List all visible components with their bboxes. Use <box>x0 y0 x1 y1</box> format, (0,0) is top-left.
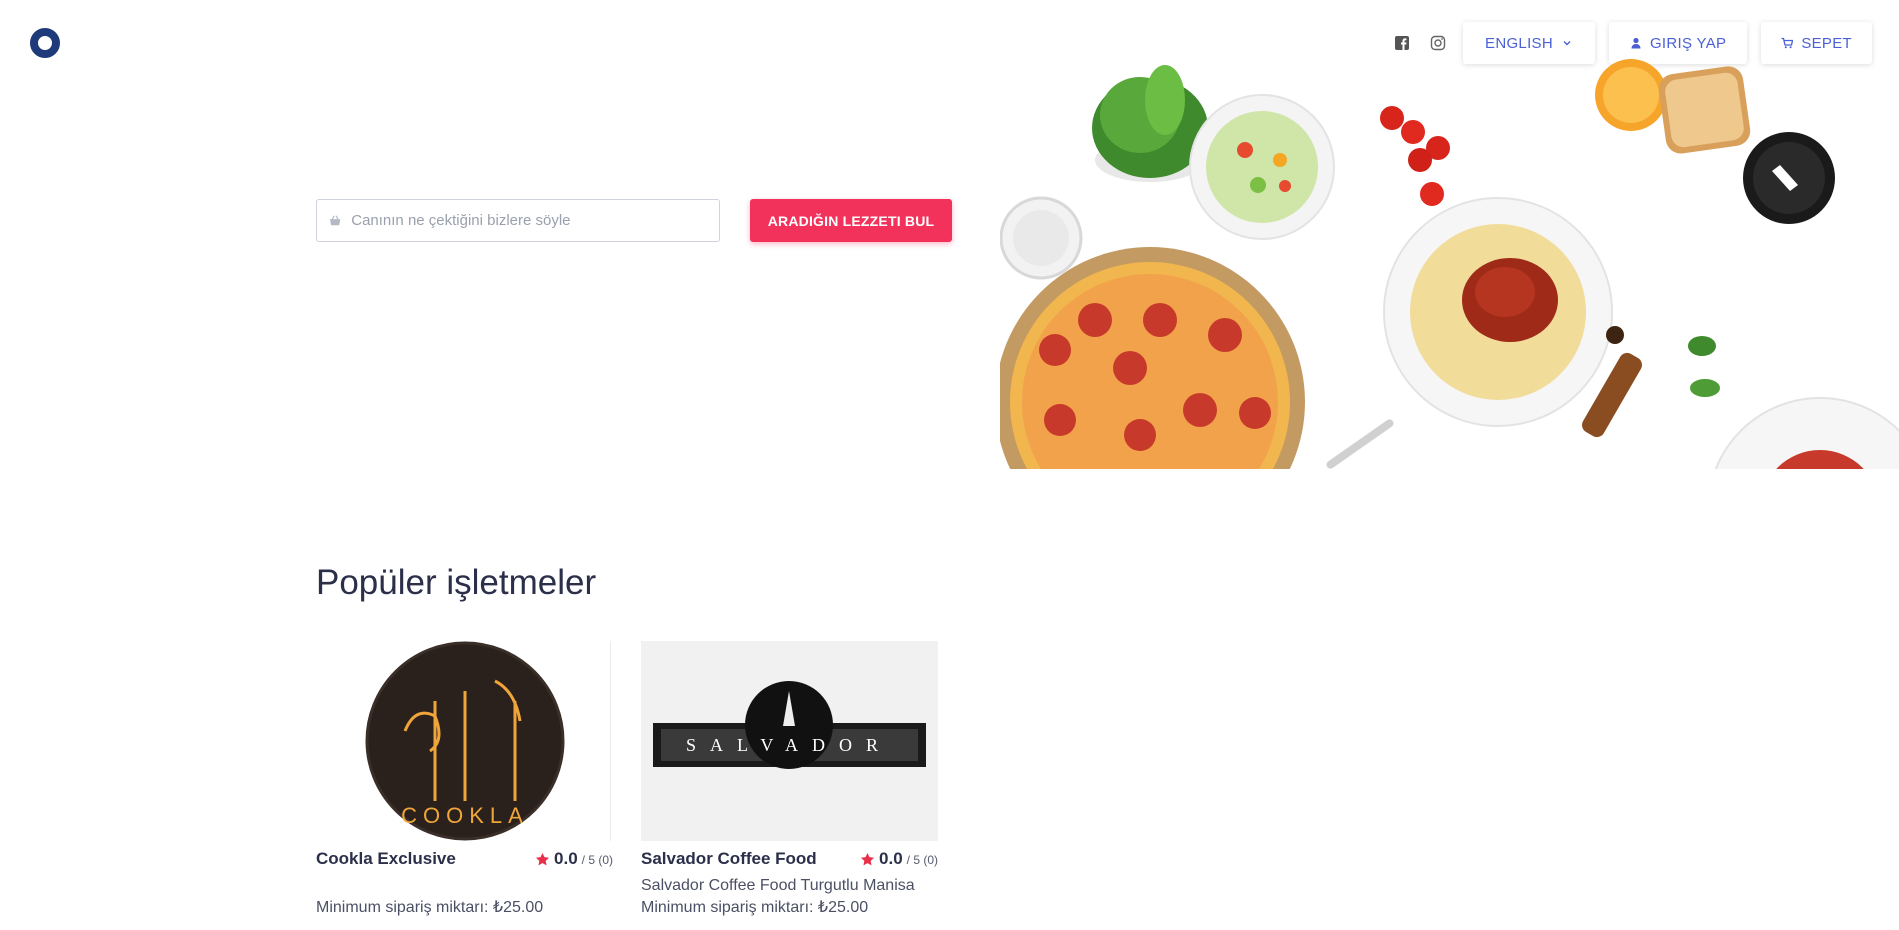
rating: 0.0 / 5 (0) <box>860 849 938 869</box>
salad-bowl-icon <box>1189 94 1335 240</box>
hero-food-image <box>1000 0 1899 469</box>
jar-icon <box>1743 132 1835 224</box>
tomato-icon <box>1380 106 1450 206</box>
search-button[interactable]: ARADIĞIN LEZZETI BUL <box>750 199 952 242</box>
business-card[interactable]: COOKLA Cookla Exclusive 0.0 / 5 (0) Mini… <box>316 641 613 919</box>
star-icon <box>535 852 550 865</box>
rating-max: / 5 (0) <box>906 853 938 867</box>
toast-icon <box>1658 66 1751 154</box>
rating-value: 0.0 <box>879 849 903 868</box>
pizza-icon <box>1000 247 1305 469</box>
star-icon <box>860 852 875 865</box>
orange-icon <box>1595 59 1667 131</box>
logo-text: COOKLA <box>401 803 529 828</box>
rating-max: / 5 (0) <box>581 853 613 867</box>
basket-icon <box>329 215 341 226</box>
business-logo[interactable]: COOKLA <box>316 641 613 841</box>
pasta-plate-icon <box>1383 197 1613 427</box>
business-name[interactable]: Cookla Exclusive <box>316 849 456 869</box>
rating: 0.0 / 5 (0) <box>535 849 613 869</box>
section-title: Popüler işletmeler <box>316 563 597 602</box>
soup-bowl-icon <box>1714 397 1899 469</box>
business-logo[interactable]: SALVADOR <box>641 641 938 841</box>
business-name[interactable]: Salvador Coffee Food <box>641 849 817 869</box>
glass-icon <box>1000 196 1083 280</box>
logo-text: SALVADOR <box>686 735 892 755</box>
business-description: Salvador Coffee Food Turgutlu Manisa <box>641 877 915 894</box>
search-field[interactable] <box>316 199 720 242</box>
business-card[interactable]: SALVADOR Salvador Coffee Food 0.0 / 5 (0… <box>641 641 938 919</box>
rating-value: 0.0 <box>554 849 578 868</box>
fork-icon <box>1326 419 1394 469</box>
card-divider <box>610 641 611 841</box>
search-input[interactable] <box>351 212 707 229</box>
min-order: Minimum sipariş miktarı: ₺25.00 <box>641 899 869 916</box>
min-order: Minimum sipariş miktarı: ₺25.00 <box>316 899 544 916</box>
basil-icon <box>1688 336 1720 397</box>
brand-logo-icon[interactable] <box>30 28 60 58</box>
